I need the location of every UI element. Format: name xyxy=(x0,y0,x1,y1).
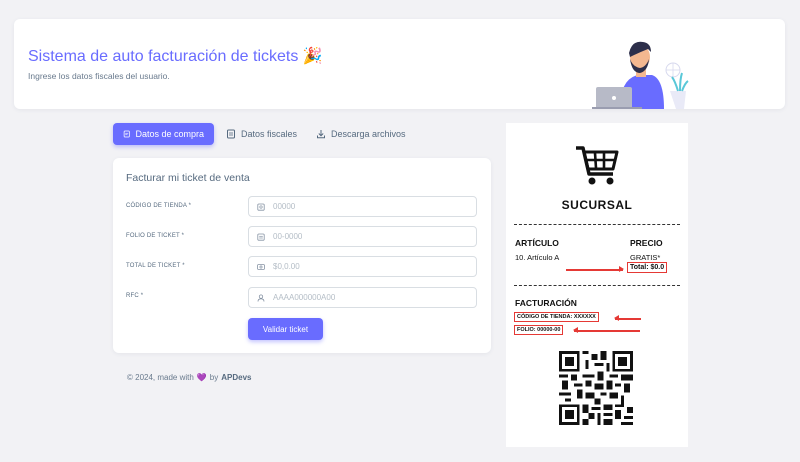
ticket-folio: FOLIO: 00000-00 xyxy=(514,325,564,335)
tab-label: Datos de compra xyxy=(135,129,204,139)
folio-ticket-label: FOLIO DE TICKET * xyxy=(126,233,185,239)
ticket-divider xyxy=(514,285,680,286)
header-card: Sistema de auto facturación de tickets 🎉… xyxy=(14,19,785,109)
footer: © 2024, made with 💜 by APDevs xyxy=(127,373,252,382)
folio-ticket-field xyxy=(248,226,477,247)
ticket-codigo-tienda: CÓDIGO DE TIENDA: XXXXXX xyxy=(514,312,599,322)
user-icon xyxy=(257,293,265,302)
money-icon xyxy=(257,263,265,270)
footer-brand-link[interactable]: APDevs xyxy=(221,373,251,382)
rfc-field xyxy=(248,287,477,308)
total-ticket-label: TOTAL DE TICKET * xyxy=(126,263,185,269)
form-title: Facturar mi ticket de venta xyxy=(126,172,250,184)
validar-ticket-button[interactable]: Validar ticket xyxy=(248,318,323,340)
ticket-item: 10. Artículo A xyxy=(515,253,560,262)
ticket-facturacion-header: FACTURACIÓN xyxy=(515,298,577,308)
ticket-divider xyxy=(514,224,680,225)
tab-descarga-archivos[interactable]: Descarga archivos xyxy=(306,123,416,145)
total-ticket-input[interactable] xyxy=(273,262,453,271)
tab-label: Datos fiscales xyxy=(241,129,298,139)
shopping-cart-icon xyxy=(576,146,619,185)
ticket-example: SUCURSAL ARTÍCULO PRECIO 10. Artículo A … xyxy=(506,123,688,447)
codigo-tienda-input[interactable] xyxy=(273,202,453,211)
tab-label: Descarga archivos xyxy=(331,129,406,139)
codigo-tienda-field xyxy=(248,196,477,217)
total-ticket-field xyxy=(248,256,477,277)
arrow-right-icon xyxy=(566,266,624,272)
ticket-article-header: ARTÍCULO xyxy=(515,238,559,248)
tab-datos-compra[interactable]: Datos de compra xyxy=(113,123,214,145)
receipt-icon xyxy=(123,130,130,138)
ticket-item-price: GRATIS* xyxy=(630,253,661,262)
footer-by: by xyxy=(209,373,219,382)
form-card: Facturar mi ticket de venta CÓDIGO DE TI… xyxy=(113,158,491,353)
arrow-left-icon xyxy=(573,327,640,333)
store-icon xyxy=(257,203,265,211)
footer-text: © 2024, made with xyxy=(127,373,194,382)
heart-icon: 💜 xyxy=(196,373,207,382)
arrow-left-icon xyxy=(614,315,641,321)
page-subtitle: Ingrese los datos fiscales del usuario. xyxy=(28,71,170,81)
rfc-input[interactable] xyxy=(273,293,453,302)
rfc-label: RFC * xyxy=(126,293,144,299)
ticket-sucursal: SUCURSAL xyxy=(561,198,633,212)
ticket-price-header: PRECIO xyxy=(630,238,663,248)
codigo-tienda-label: CÓDIGO DE TIENDA * xyxy=(126,203,192,209)
tab-datos-fiscales[interactable]: Datos fiscales xyxy=(216,123,307,145)
document-icon xyxy=(257,233,265,241)
document-icon xyxy=(227,129,235,139)
folio-ticket-input[interactable] xyxy=(273,232,453,241)
ticket-total: Total: $0.0 xyxy=(627,262,668,273)
page-title: Sistema de auto facturación de tickets 🎉 xyxy=(28,48,323,65)
qr-code-icon xyxy=(559,351,633,425)
person-laptop-illustration xyxy=(592,41,689,109)
download-icon xyxy=(317,130,325,139)
